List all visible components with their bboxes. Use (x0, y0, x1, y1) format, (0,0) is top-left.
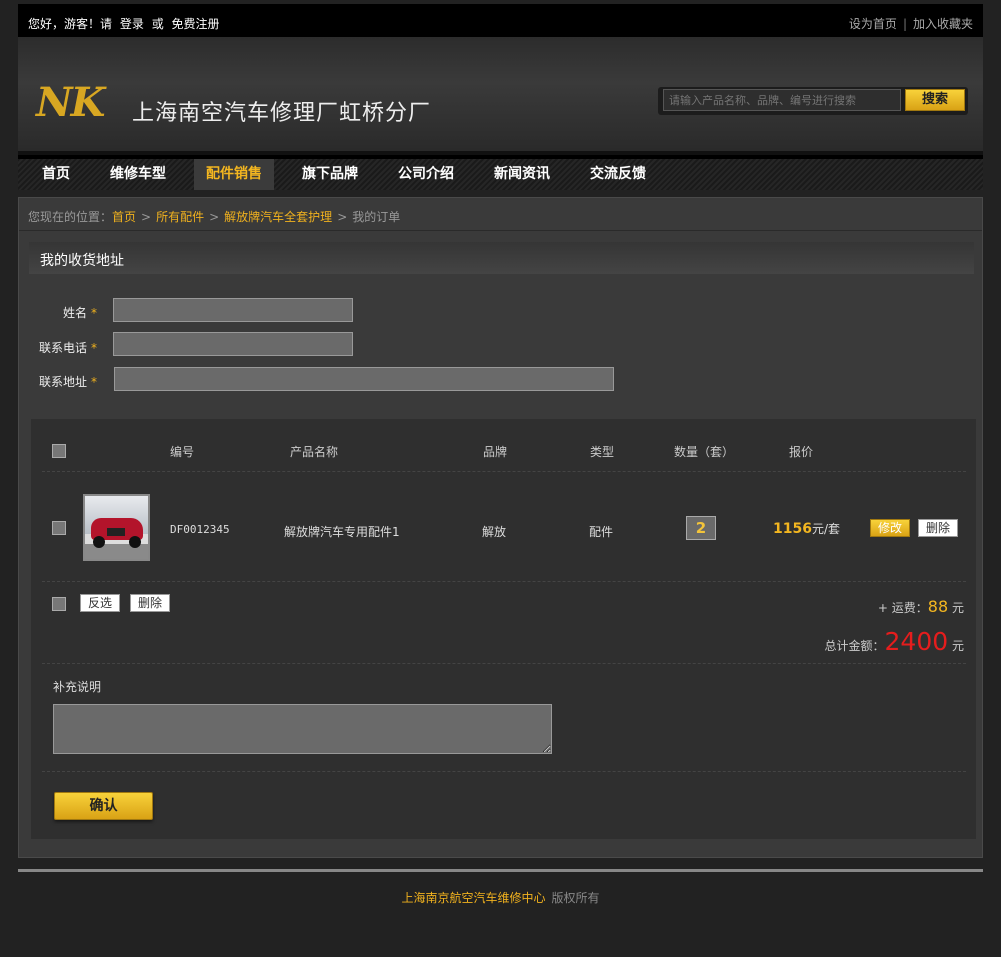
product-thumbnail[interactable] (83, 494, 150, 561)
required-mark: * (91, 341, 97, 355)
column-header-type: 类型 (590, 445, 615, 459)
freight-unit: 元 (951, 601, 964, 615)
product-brand: 解放 (482, 525, 507, 539)
phone-field[interactable] (113, 332, 353, 356)
main-nav: 首页 维修车型 配件销售 旗下品牌 公司介绍 新闻资讯 交流反馈 (18, 151, 983, 190)
greeting-text: 您好，游客！请 (28, 17, 113, 31)
footer-org: 上海南京航空汽车维修中心 (401, 891, 546, 905)
divider (42, 663, 966, 664)
row-checkbox[interactable] (52, 521, 66, 535)
freight-value: 88 (927, 597, 949, 616)
required-mark: * (91, 306, 97, 320)
breadcrumb-separator: > (141, 210, 152, 224)
freight-line: + 运费：88 元 (878, 597, 964, 616)
price-unit: 元/套 (811, 522, 841, 536)
address-label-text: 联系地址 (38, 375, 87, 389)
set-home-link[interactable]: 设为首页 (849, 17, 897, 31)
address-label: 联系地址 * (29, 373, 97, 390)
user-links: 您好，游客！请 登录 或 免费注册 (28, 15, 224, 32)
breadcrumb-current: 我的订单 (352, 210, 401, 224)
total-value: 2400 (884, 627, 949, 656)
bookmark-link[interactable]: 加入收藏夹 (913, 17, 973, 31)
breadcrumb-separator: > (337, 210, 348, 224)
nav-item-brands[interactable]: 旗下品牌 (290, 159, 370, 190)
footer-rights: 版权所有 (551, 891, 600, 905)
total-line: 总计金额：2400 元 (825, 627, 964, 656)
bottom-select-checkbox[interactable] (52, 597, 66, 611)
phone-label-text: 联系电话 (38, 341, 87, 355)
column-header-quantity: 数量（套） (674, 445, 735, 459)
nav-item-home[interactable]: 首页 (26, 159, 86, 190)
note-label: 补充说明 (53, 680, 102, 694)
product-type: 配件 (589, 525, 614, 539)
separator: | (902, 17, 907, 31)
name-label-text: 姓名 (62, 306, 87, 320)
top-bar: 您好，游客！请 登录 或 免费注册 设为首页 | 加入收藏夹 (18, 4, 983, 37)
nav-item-parts[interactable]: 配件销售 (194, 159, 274, 190)
address-field[interactable] (114, 367, 614, 391)
total-label: 总计金额： (824, 639, 885, 653)
nav-item-about[interactable]: 公司介绍 (386, 159, 466, 190)
delete-selected-button[interactable]: 删除 (130, 594, 170, 612)
breadcrumb: 您现在的位置：首页 > 所有配件 > 解放牌汽车全套护理 > 我的订单 (28, 208, 400, 225)
divider (42, 581, 966, 582)
breadcrumb-home[interactable]: 首页 (112, 210, 136, 224)
site-header: NK 上海南空汽车修理厂虹桥分厂 搜索 (18, 37, 983, 151)
quantity-field[interactable]: 2 (686, 516, 716, 540)
nav-item-feedback[interactable]: 交流反馈 (578, 159, 658, 190)
edit-button[interactable]: 修改 (870, 519, 910, 537)
divider (19, 230, 982, 231)
company-name: 上海南空汽车修理厂虹桥分厂 (132, 101, 432, 126)
phone-label: 联系电话 * (29, 339, 97, 356)
required-mark: * (91, 375, 97, 389)
name-label: 姓名 * (29, 304, 97, 321)
select-all-checkbox[interactable] (52, 444, 66, 458)
delete-row-button[interactable]: 删除 (918, 519, 958, 537)
divider (42, 471, 966, 472)
column-header-code: 编号 (170, 445, 195, 459)
name-field[interactable] (113, 298, 353, 322)
breadcrumb-prefix: 您现在的位置： (28, 210, 113, 224)
product-name[interactable]: 解放牌汽车专用配件1 (284, 523, 400, 540)
price-value: 1156 (773, 521, 812, 537)
footer-divider (18, 869, 983, 872)
register-link[interactable]: 免费注册 (172, 17, 220, 31)
nav-item-news[interactable]: 新闻资讯 (482, 159, 562, 190)
nav-bar: 首页 维修车型 配件销售 旗下品牌 公司介绍 新闻资讯 交流反馈 (18, 159, 983, 190)
search-input[interactable] (663, 89, 901, 111)
note-textarea[interactable] (53, 704, 552, 754)
breadcrumb-category[interactable]: 解放牌汽车全套护理 (224, 210, 332, 224)
confirm-button[interactable]: 确认 (54, 792, 153, 820)
address-section-header: 我的收货地址 (29, 242, 974, 274)
order-table: 编号 产品名称 品牌 类型 数量（套） 报价 DF0012345 解放牌汽车专用… (31, 419, 976, 839)
breadcrumb-separator: > (209, 210, 220, 224)
unit-price: 1156元/套 (773, 520, 840, 537)
logo: NK (36, 79, 105, 126)
divider (42, 771, 966, 772)
product-code: DF0012345 (170, 523, 230, 536)
search-box: 搜索 (658, 87, 968, 115)
section-title: 我的收货地址 (40, 253, 124, 269)
column-header-name: 产品名称 (290, 445, 339, 459)
breadcrumb-all-parts[interactable]: 所有配件 (156, 210, 204, 224)
site-links: 设为首页 | 加入收藏夹 (849, 15, 973, 32)
footer: 上海南京航空汽车维修中心 版权所有 (0, 889, 1001, 906)
search-button[interactable]: 搜索 (905, 89, 965, 111)
column-header-price: 报价 (789, 445, 814, 459)
nav-item-models[interactable]: 维修车型 (98, 159, 178, 190)
invert-select-button[interactable]: 反选 (80, 594, 120, 612)
total-unit: 元 (951, 639, 964, 653)
content-panel: 您现在的位置：首页 > 所有配件 > 解放牌汽车全套护理 > 我的订单 我的收货地址 姓名 *… (18, 197, 983, 858)
column-header-brand: 品牌 (483, 445, 508, 459)
freight-label: + 运费： (877, 601, 928, 615)
login-link[interactable]: 登录 (120, 17, 144, 31)
or-text: 或 (151, 17, 164, 31)
